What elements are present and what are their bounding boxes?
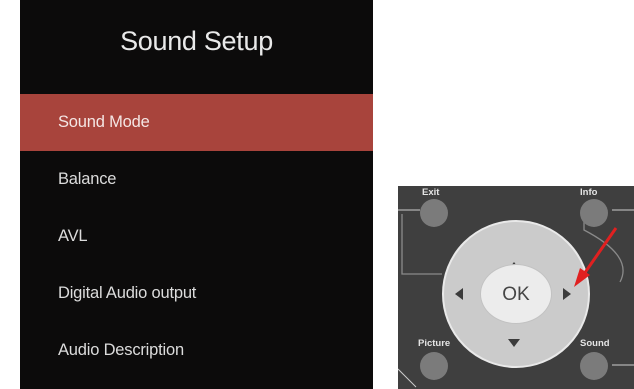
menu-item-balance[interactable]: Balance xyxy=(20,151,373,208)
menu-item-avl[interactable]: AVL xyxy=(20,208,373,265)
menu-item-audio-description[interactable]: Audio Description xyxy=(20,322,373,379)
menu-title: Sound Setup xyxy=(120,26,273,56)
menu-list: Sound Mode Balance AVL Digital Audio out… xyxy=(20,94,373,379)
red-pointer-arrow-icon xyxy=(574,227,618,287)
menu-item-sound-mode[interactable]: Sound Mode xyxy=(20,94,373,151)
menu-item-digital-audio-output[interactable]: Digital Audio output xyxy=(20,265,373,322)
sound-setup-menu: Sound Setup Sound Mode Balance AVL Digit… xyxy=(20,0,373,389)
remote-control: Exit Info OK Picture Sound xyxy=(398,186,634,389)
